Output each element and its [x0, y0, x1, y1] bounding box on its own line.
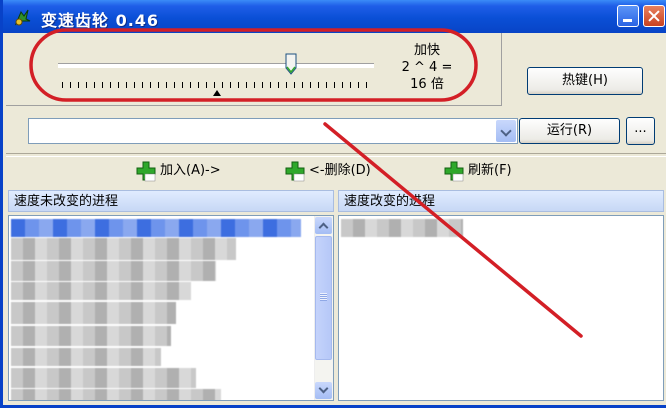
- chevron-down-icon[interactable]: [496, 120, 516, 142]
- list-item[interactable]: [11, 348, 161, 366]
- speed-readout: 加快 2 ^ 4 = 16 倍: [394, 42, 460, 93]
- add-plus-icon: [136, 161, 156, 182]
- app-window: 变速齿轮 0.46 加快 2 ^ 4 = 16 倍 热键(H) 运行(R) ..…: [0, 0, 666, 408]
- list-item[interactable]: [11, 219, 301, 237]
- unchanged-list-header: 速度未改变的进程: [8, 190, 334, 212]
- refresh-plus-icon: [444, 161, 464, 182]
- add-process-action[interactable]: 加入(A)->: [135, 160, 221, 182]
- hotkey-button[interactable]: 热键(H): [527, 67, 643, 95]
- speed-slider-thumb[interactable]: [285, 53, 297, 75]
- close-button[interactable]: [643, 5, 665, 27]
- slider-center-mark: [213, 90, 221, 96]
- list-item[interactable]: [11, 282, 191, 300]
- unchanged-process-list[interactable]: [8, 215, 334, 401]
- scroll-thumb[interactable]: [315, 236, 332, 360]
- browse-button[interactable]: ...: [626, 117, 655, 145]
- list-item[interactable]: [11, 389, 221, 400]
- changed-process-list[interactable]: [338, 215, 664, 401]
- window-title: 变速齿轮 0.46: [41, 11, 160, 30]
- vertical-scrollbar[interactable]: [314, 216, 333, 400]
- speed-slider-group: 加快 2 ^ 4 = 16 倍: [6, 33, 502, 106]
- list-item[interactable]: [341, 219, 463, 237]
- speed-direction: 加快: [413, 43, 440, 58]
- list-item[interactable]: [11, 261, 216, 281]
- minimize-button[interactable]: [617, 5, 639, 27]
- list-item[interactable]: [11, 302, 176, 324]
- list-item[interactable]: [11, 326, 171, 346]
- refresh-label: 刷新(F): [468, 163, 512, 178]
- refresh-action[interactable]: 刷新(F): [443, 160, 512, 182]
- remove-label: <-删除(D): [309, 163, 371, 178]
- add-label: 加入(A)->: [160, 163, 221, 178]
- slider-ticks: [62, 82, 374, 88]
- client-area: 加快 2 ^ 4 = 16 倍 热键(H) 运行(R) ... 加入(A)-> …: [6, 33, 666, 405]
- remove-process-action[interactable]: <-删除(D): [284, 160, 371, 182]
- scroll-up-icon[interactable]: [315, 217, 332, 234]
- process-combo[interactable]: [28, 118, 518, 144]
- gear-app-icon: [14, 9, 31, 26]
- list-item[interactable]: [11, 368, 196, 388]
- title-bar[interactable]: 变速齿轮 0.46: [3, 0, 666, 33]
- changed-list-header: 速度改变的进程: [338, 190, 664, 212]
- list-item[interactable]: [11, 238, 236, 260]
- run-button[interactable]: 运行(R): [519, 118, 620, 144]
- speed-formula: 2 ^ 4 =: [401, 60, 453, 75]
- divider: [6, 153, 666, 157]
- speed-multiplier: 16 倍: [410, 77, 444, 92]
- speed-slider-track[interactable]: [58, 63, 374, 68]
- scroll-down-icon[interactable]: [315, 382, 332, 399]
- remove-plus-icon: [285, 161, 305, 182]
